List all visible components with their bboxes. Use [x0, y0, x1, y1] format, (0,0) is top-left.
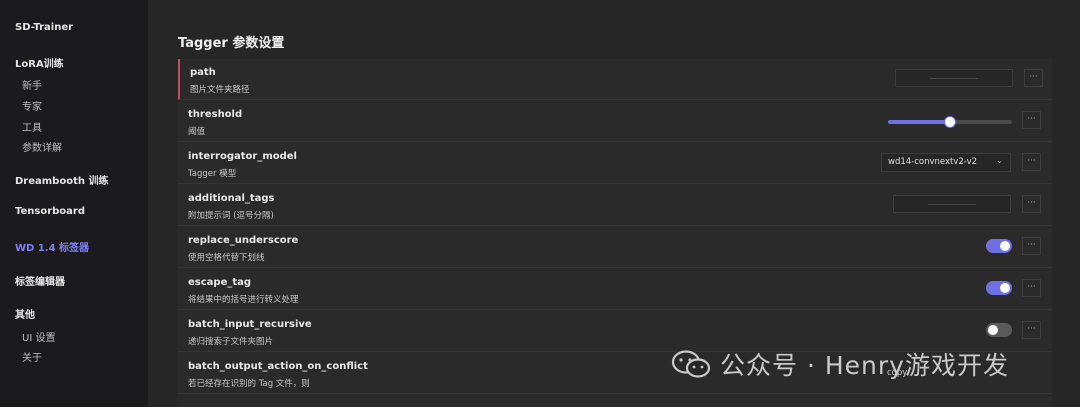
setting-desc: Tagger 模型	[188, 169, 237, 179]
setting-row-interrogator-model: interrogator_model Tagger 模型 wd14-convne…	[178, 143, 1052, 184]
chevron-down-icon: ⌄	[996, 156, 1003, 165]
nav-lora-params[interactable]: 参数详解	[22, 139, 62, 154]
slider-handle[interactable]	[944, 116, 956, 128]
wechat-icon	[671, 350, 711, 378]
page-title: Tagger 参数设置	[178, 36, 285, 51]
setting-name: batch_input_recursive	[188, 319, 312, 330]
setting-name: escape_tag	[188, 277, 252, 288]
setting-desc: 阈值	[188, 127, 206, 137]
setting-row-replace-underscore: replace_underscore 使用空格代替下划线 ···	[178, 227, 1052, 268]
escape-tag-toggle[interactable]	[986, 281, 1012, 295]
setting-name: interrogator_model	[188, 151, 297, 162]
setting-desc: 递归搜索子文件夹图片	[188, 337, 274, 347]
setting-desc: 使用空格代替下划线	[188, 253, 265, 263]
setting-name: batch_output_action_on_conflict	[188, 361, 368, 372]
nav-ui-settings[interactable]: UI 设置	[22, 329, 55, 344]
select-value: wd14-convnextv2-v2	[888, 157, 978, 167]
path-input[interactable]	[895, 69, 1013, 87]
replace-underscore-toggle[interactable]	[986, 239, 1012, 253]
batch-input-recursive-toggle[interactable]	[986, 323, 1012, 337]
more-button[interactable]: ···	[1022, 153, 1041, 171]
setting-name: additional_tags	[188, 193, 275, 204]
setting-desc: 图片文件夹路径	[190, 85, 250, 95]
setting-desc: 附加提示词 (逗号分隔)	[188, 211, 274, 221]
more-button[interactable]: ···	[1022, 111, 1041, 129]
setting-name: threshold	[188, 109, 243, 120]
setting-name: path	[190, 67, 216, 78]
nav-tag-editor[interactable]: 标签编辑器	[15, 273, 65, 288]
nav-lora[interactable]: LoRA训练	[15, 55, 64, 70]
threshold-slider[interactable]	[888, 116, 1012, 128]
additional-tags-input[interactable]	[893, 195, 1011, 213]
more-button[interactable]: ···	[1022, 279, 1041, 297]
sidebar: SD-Trainer LoRA训练 新手 专家 工具 参数详解 Dreamboo…	[0, 0, 148, 407]
more-button[interactable]: ···	[1022, 321, 1041, 339]
nav-lora-beginner[interactable]: 新手	[22, 77, 42, 92]
nav-other[interactable]: 其他	[15, 306, 35, 321]
more-button[interactable]: ···	[1022, 237, 1041, 255]
nav-lora-expert[interactable]: 专家	[22, 98, 42, 113]
nav-lora-tools[interactable]: 工具	[22, 119, 42, 134]
more-button[interactable]: ···	[1024, 69, 1043, 87]
setting-row-path: path 图片文件夹路径 ···	[178, 59, 1052, 100]
model-select[interactable]: wd14-convnextv2-v2 ⌄	[881, 153, 1011, 172]
nav-dreambooth[interactable]: Dreambooth 训练	[15, 172, 108, 187]
setting-desc: 将结果中的括号进行转义处理	[188, 295, 299, 305]
nav-about[interactable]: 关于	[22, 349, 42, 364]
nav-tagger[interactable]: WD 1.4 标签器	[15, 239, 89, 254]
more-button[interactable]: ···	[1022, 195, 1041, 213]
brand-title[interactable]: SD-Trainer	[15, 22, 73, 33]
setting-row-additional-tags: additional_tags 附加提示词 (逗号分隔) ···	[178, 185, 1052, 226]
nav-tensorboard[interactable]: Tensorboard	[15, 206, 85, 217]
watermark-text: 公众号 · Henry游戏开发	[720, 351, 1009, 380]
setting-desc: 若已经存在识别的 Tag 文件，则	[188, 379, 310, 389]
setting-name: replace_underscore	[188, 235, 299, 246]
setting-row-threshold: threshold 阈值 ···	[178, 101, 1052, 142]
slider-fill	[888, 120, 950, 124]
setting-row-escape-tag: escape_tag 将结果中的括号进行转义处理 ···	[178, 269, 1052, 310]
